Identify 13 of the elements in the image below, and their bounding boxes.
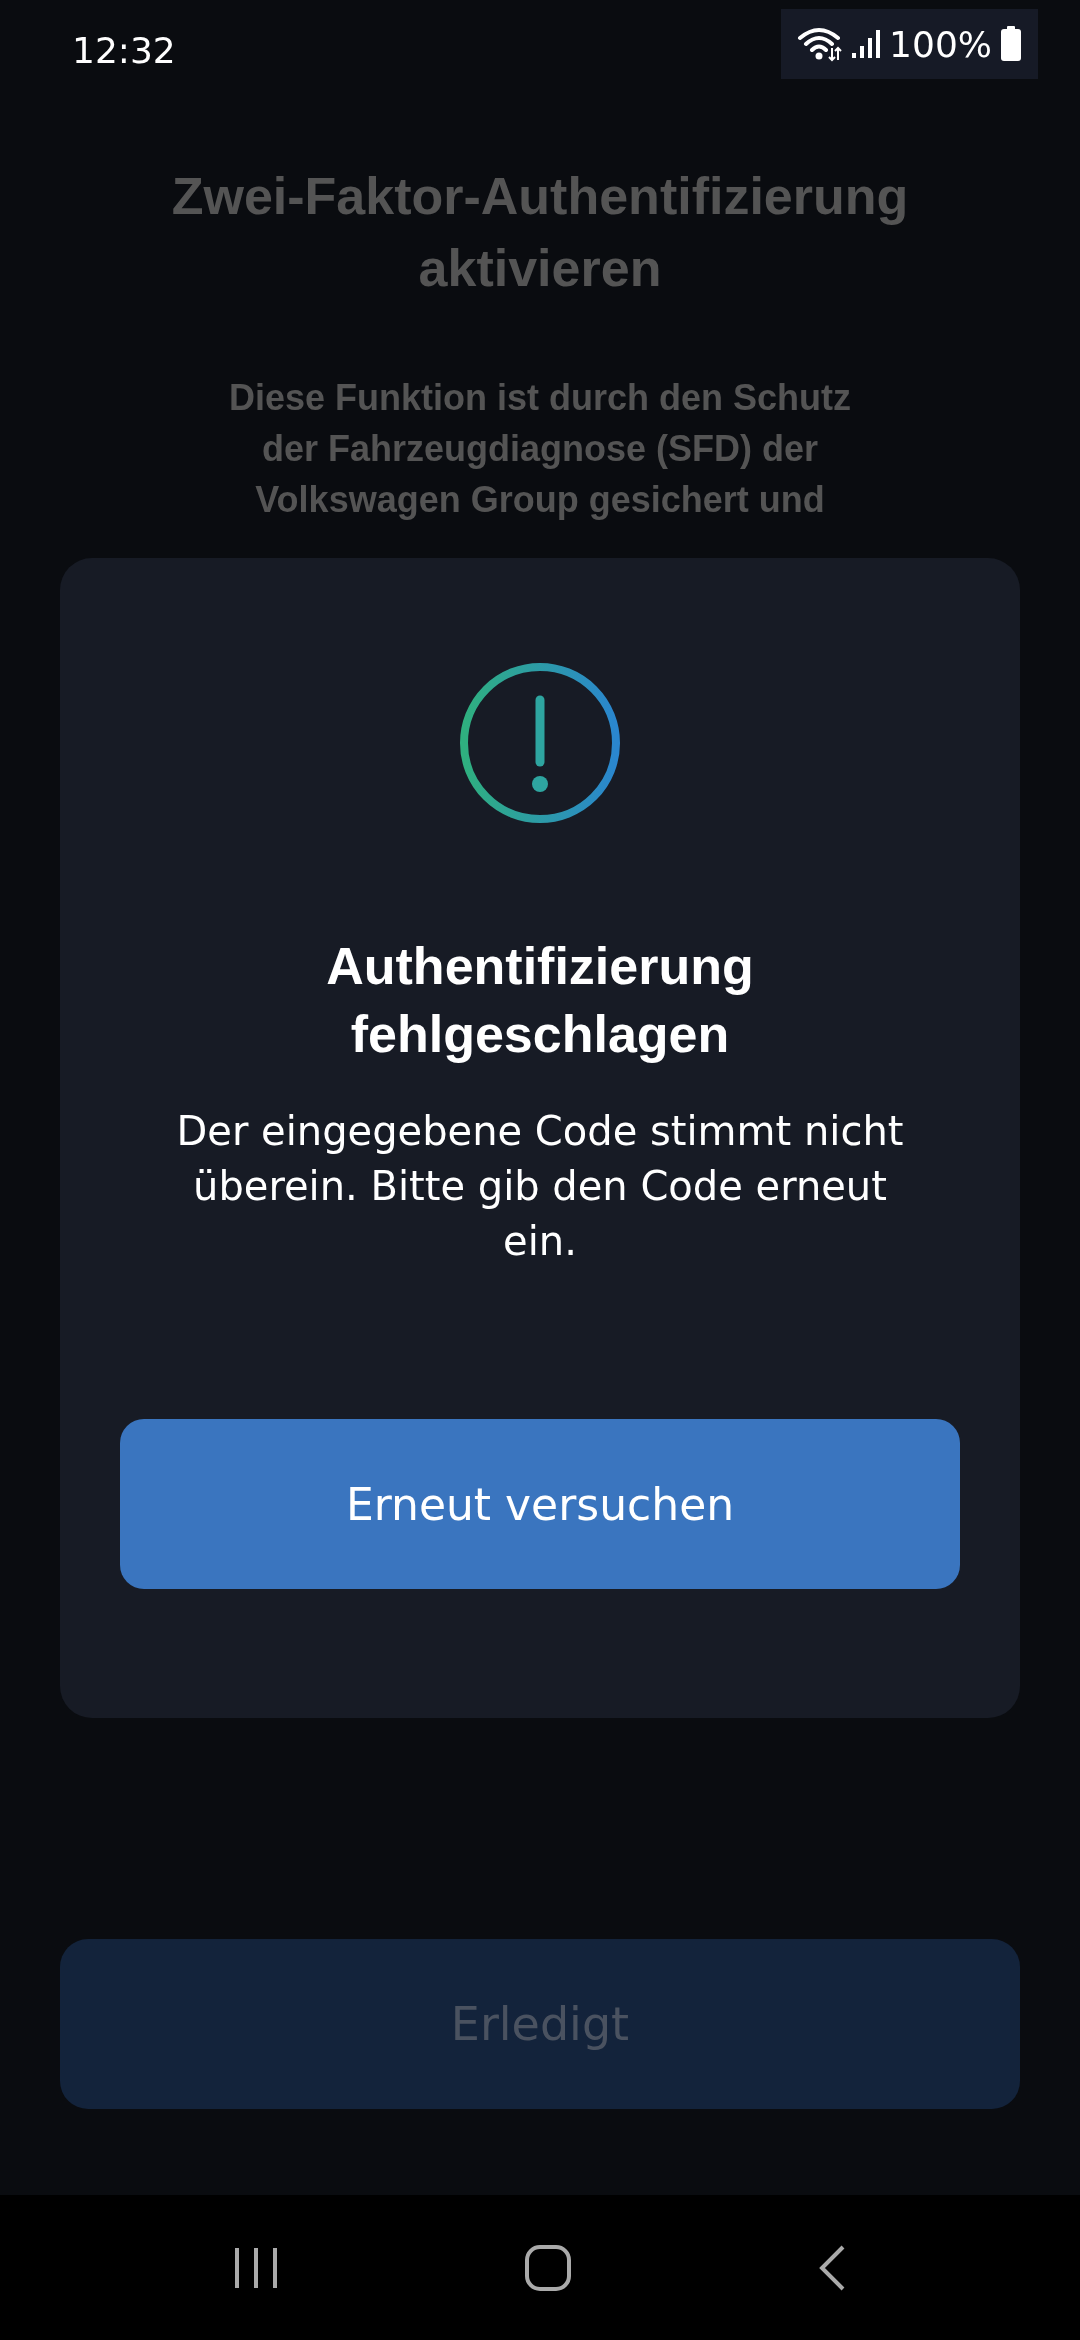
dialog-message: Der eingegebene Code stimmt nicht überein. Bitte gib den Code erneut ein. <box>175 1107 905 1266</box>
recent-apps-icon[interactable] <box>232 2245 279 2290</box>
home-icon[interactable] <box>524 2243 572 2292</box>
signal-icon <box>851 29 882 59</box>
dialog-title: Authentifizierung fehlgeschlagen <box>325 936 755 1065</box>
page-title: Zwei-Faktor-Authentifizierung aktivieren <box>170 166 910 299</box>
description-text: Diese Funktion ist durch den Schutz der Fahrzeugdiagnose (SFD) der Volkswagen Group gesichert und <box>227 376 853 522</box>
retry-button[interactable]: Erneut versuchen <box>120 1419 960 1589</box>
wifi-icon <box>797 26 844 62</box>
battery-icon <box>1000 26 1022 62</box>
warning-icon <box>459 662 621 824</box>
clock: 12:32 <box>72 29 176 71</box>
battery-percentage: 100% <box>889 23 992 65</box>
